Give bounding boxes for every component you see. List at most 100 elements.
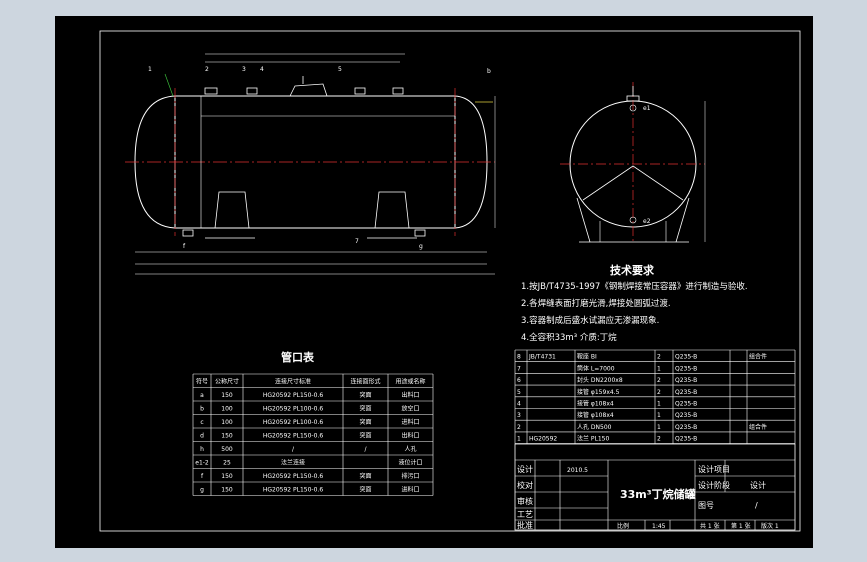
tech-req-title: 技术要求	[610, 263, 655, 277]
bom-cell: Q235-B	[675, 424, 697, 431]
bom-cell: 法兰 PL150	[577, 435, 610, 443]
nozzle-table-cell: /	[364, 446, 367, 453]
bom-cell: 人孔 DN500	[577, 423, 612, 431]
bom-cell: 1	[657, 401, 661, 408]
nozzle-table-header: 公称尺寸	[215, 378, 239, 386]
nozzle-label: e2	[643, 218, 651, 225]
title-date: 2010.5	[567, 467, 588, 474]
nozzle-table-cell: 突面	[359, 472, 371, 480]
nozzle-table-cell: h	[200, 446, 204, 453]
nozzle-table-cell: f	[201, 473, 204, 480]
nozzle-table-cell: 法兰连接	[281, 459, 305, 467]
bom-cell: Q235-B	[675, 436, 697, 443]
nozzle-table-cell: b	[200, 406, 204, 413]
bom-cell: HG20592	[529, 436, 557, 443]
revision: 版次 1	[761, 522, 779, 530]
bom-cell: 2	[657, 389, 661, 396]
drawing-no-label: 图号	[698, 501, 714, 510]
nozzle-table-header: 用途或名称	[395, 378, 425, 386]
nozzle-table-cell: 150	[221, 487, 233, 494]
bom-cell: 2	[657, 354, 661, 361]
bom-cell: 2	[517, 424, 521, 431]
sheet-count: 共 1 张	[700, 522, 720, 530]
nozzle-table-cell: 100	[221, 419, 233, 426]
bom-cell: 3	[517, 412, 521, 419]
nozzle-table-cell: 150	[221, 473, 233, 480]
nozzle-table-cell: 100	[221, 406, 233, 413]
nozzle-table-cell: a	[200, 392, 204, 399]
bom-cell: 6	[517, 377, 521, 384]
nozzle-table: 管口表 符号 公称尺寸 连接尺寸标准 连接面形式 用途或名称 a 150 HG20592 PL…	[192, 350, 434, 496]
bom-cell: 1	[657, 412, 661, 419]
nozzle-table-cell: HG20592 PL150-0.6	[263, 487, 323, 494]
nozzle-table-cell: e1-2	[195, 460, 209, 467]
nozzle-table-cell: 突面	[359, 405, 371, 413]
nozzle-table-cell: 出料口	[401, 432, 419, 440]
nozzle-table-header: 符号	[196, 378, 208, 386]
technical-requirements: 技术要求 1.按JB/T4735-1997《钢制焊接常压容器》进行制造与验收. …	[521, 263, 748, 343]
nozzle-table-cell: HG20592 PL100-0.6	[263, 406, 323, 413]
design-stage-value: 设计	[750, 480, 766, 490]
part-label: 5	[338, 66, 342, 73]
bom-cell: 1	[657, 424, 661, 431]
nozzle-table-cell: 25	[223, 460, 231, 467]
bom-cell: 2	[657, 436, 661, 443]
tank-front-view	[125, 53, 496, 275]
part-label: 4	[260, 66, 264, 73]
part-label: 7	[355, 238, 359, 245]
bom-cell: 鞍座 BI	[577, 353, 597, 361]
nozzle-table-cell: 突面	[359, 432, 371, 440]
title-label-process: 工艺	[517, 510, 533, 519]
nozzle-table-cell: 突面	[359, 418, 371, 426]
bom-cell: Q235-B	[675, 354, 697, 361]
tank-drawing: 1 2 3 4 5 7 b f g e1 e2 技术要求 1.按JB/T4735…	[99, 30, 801, 532]
nozzle-label: f	[183, 243, 186, 250]
title-block: 设计 校对 审核 工艺 批准 2010.5 33m³丁烷储罐 设计项目 设计阶段…	[514, 443, 796, 531]
nozzle-table-cell: 进料口	[401, 418, 419, 426]
tank-end-view: e1 e2	[560, 82, 706, 244]
nozzle-table-cell: 液位计口	[398, 459, 422, 467]
nozzle-table-cell: 突面	[359, 391, 371, 399]
nozzle-table-title: 管口表	[281, 350, 315, 364]
nozzle-table-cell: 150	[221, 433, 233, 440]
bom-cell: 7	[517, 365, 521, 372]
nozzle-table-cell: g	[200, 487, 204, 494]
drawing-title: 33m³丁烷储罐	[620, 487, 696, 501]
sheet-number: 第 1 张	[731, 522, 751, 530]
nozzle-table-cell: 放空口	[401, 405, 419, 413]
bom-cell: 4	[517, 401, 521, 408]
nozzle-table-cell: c	[200, 419, 203, 426]
design-stage-label: 设计阶段	[698, 480, 730, 490]
title-label-review: 审核	[517, 496, 533, 506]
nozzle-table-cell: d	[200, 433, 204, 440]
nozzle-table-cell: 出料口	[401, 391, 419, 399]
nozzle-table-cell: HG20592 PL100-0.6	[263, 419, 323, 426]
nozzle-table-cell: 突面	[359, 486, 371, 494]
bom-cell: 组合件	[749, 353, 767, 361]
bom-cell: 5	[517, 389, 521, 396]
nozzle-table-cell: HG20592 PL150-0.6	[263, 473, 323, 480]
outer-border	[99, 30, 801, 532]
bom-cell: 接管 φ108x4	[577, 400, 614, 408]
part-label: 1	[148, 66, 152, 73]
title-label-design: 设计	[517, 464, 533, 474]
part-label: 3	[242, 66, 246, 73]
bom-cell: 2	[657, 377, 661, 384]
nozzle-table-cell: 排污口	[401, 472, 419, 480]
drawing-no-value: /	[755, 501, 758, 510]
scale-value: 1:45	[652, 523, 666, 530]
nozzle-table-header: 连接面形式	[350, 378, 380, 386]
nozzle-table-cell: 进料口	[401, 486, 419, 494]
nozzle-table-cell: /	[292, 446, 295, 453]
nozzle-label: e1	[643, 105, 651, 112]
nozzle-table-header: 连接尺寸标准	[275, 378, 311, 386]
title-label-approve: 批准	[517, 520, 533, 530]
nozzle-table-cell: HG20592 PL150-0.6	[263, 392, 323, 399]
nozzle-label: g	[419, 243, 423, 250]
tech-req-item: 3.容器制成后盛水试漏应无渗漏现象.	[521, 315, 659, 326]
project-label: 设计项目	[698, 464, 730, 474]
tech-req-item: 4.全容积33m³ 介质:丁烷	[521, 332, 617, 343]
bom-cell: 8	[517, 354, 521, 361]
drawing-sheet: 1 2 3 4 5 7 b f g e1 e2 技术要求 1.按JB/T4735…	[55, 16, 813, 548]
nozzle-label: b	[487, 68, 491, 75]
